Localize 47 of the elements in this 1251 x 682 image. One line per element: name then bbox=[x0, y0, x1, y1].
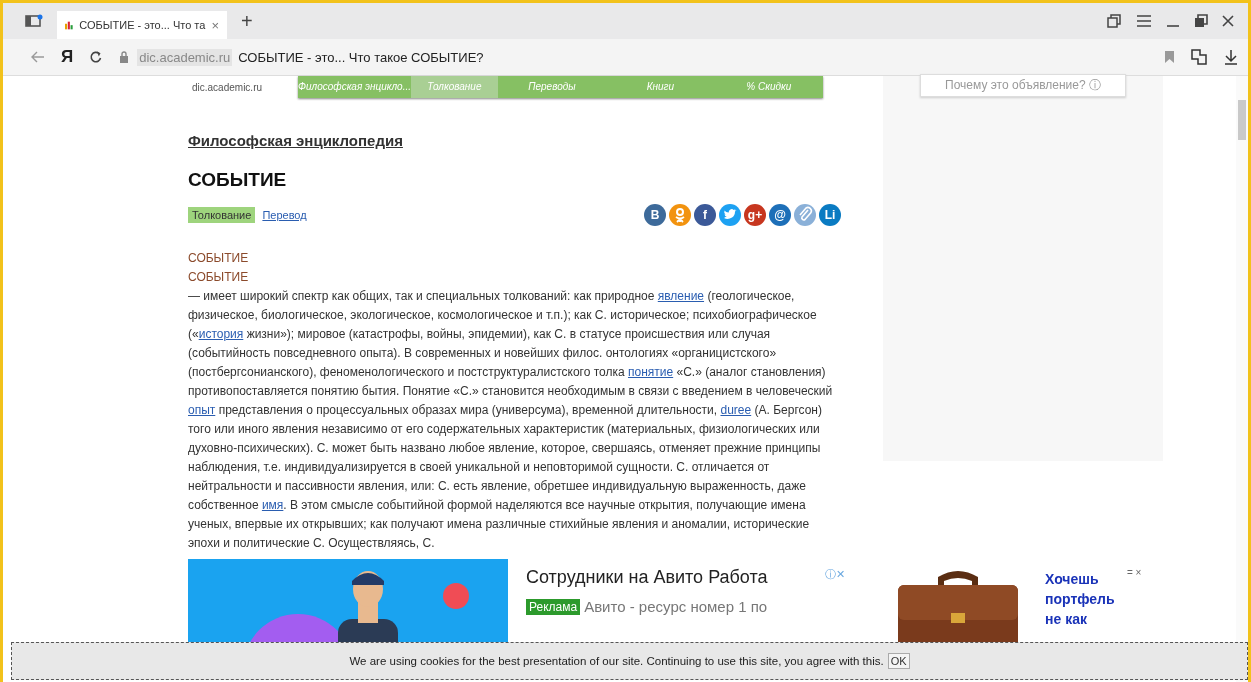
headword: СОБЫТИЕ bbox=[188, 269, 249, 286]
back-arrow-icon[interactable] bbox=[31, 51, 45, 63]
scroll-thumb[interactable] bbox=[1238, 100, 1246, 140]
mode-tab[interactable]: Перевод bbox=[258, 207, 311, 223]
new-tab-button[interactable]: + bbox=[241, 9, 253, 33]
headword: СОБЫТИЕ bbox=[188, 250, 249, 267]
browser-tab[interactable]: СОБЫТИЕ - это... Что та × bbox=[57, 11, 227, 39]
ad-controls[interactable]: = × bbox=[1127, 567, 1142, 578]
article-link[interactable]: duree bbox=[720, 403, 752, 417]
close-icon[interactable] bbox=[1222, 15, 1234, 27]
tab-close[interactable]: × bbox=[211, 17, 219, 33]
restore-icon[interactable] bbox=[1194, 14, 1208, 28]
bar-chart-icon bbox=[65, 19, 74, 31]
download-icon[interactable] bbox=[1224, 49, 1238, 65]
article-text: — имеет широкий спектр как общих, так и специальных толкований: как природное явление (геологическое, физическое, биологическое, экологическое, космологическое и т.п.); как С. историческое; психобиографическое («история жизни»); мировое (катастрофы, войны, эпидемии), как С. в статусе происшествия или случая (событийность повседневного опыта). В современных и новейших филос. онтологиях «органицистского» (постбергсонианского), феноменологического и постструктуралистского толка понятие «С.» (аналог становления) противопоставляется понятию бытия. Понятие «С.» становится необходимым в связи с введением в человеческий опыт представления о процессуальных образах мира (универсума), временной длительности, duree (А. Бергсон) того или иного явления независимо от его содержательных характеристик (материальных, физиологических или духовно-психических). С. может быть названо любое явление, которое, свершаясь, отменяет прежние принципы наблюдения, т.е. индивидуализируется в своей уникальной и неповторимой сущности. С. отличается от нейтральности и пассивности явления, или: С. есть явление, обретшее индивидуальную выраженность, даже собственное имя. В этом смысле событийной формой наделяются все научные открытия, получающие имена ученых, впервые их открывших; как получают имена различные стихийные явления и аномалии, исторические эпохи и политические С. Осуществляясь, С. bbox=[188, 288, 834, 552]
lock-icon bbox=[119, 51, 130, 63]
site-domain[interactable]: dic.academic.ru bbox=[192, 82, 298, 93]
share-button[interactable]: g+ bbox=[744, 204, 766, 226]
dictionary-link[interactable]: Философская энциклопедия bbox=[188, 132, 403, 149]
article-link[interactable]: история bbox=[198, 327, 244, 341]
tabs-icon[interactable] bbox=[25, 14, 43, 28]
bookmark-icon[interactable] bbox=[1165, 51, 1174, 63]
scrollbar[interactable] bbox=[1236, 76, 1248, 682]
protect-icon[interactable] bbox=[1190, 48, 1208, 66]
article-link[interactable]: опыт bbox=[188, 403, 216, 417]
share-button[interactable]: Li bbox=[819, 204, 841, 226]
share-button[interactable]: f bbox=[694, 204, 716, 226]
mode-tab[interactable]: Толкование bbox=[188, 207, 256, 223]
ad-text[interactable]: Авито - ресурс номер 1 по bbox=[584, 598, 768, 615]
cookie-text: We are using cookies for the best presentation of our site. Continuing to use this site, you agree with this. bbox=[349, 655, 884, 667]
browser-logo[interactable]: Я bbox=[61, 47, 74, 67]
ad-text[interactable]: Хочешь портфель не как bbox=[1045, 569, 1115, 629]
article-link[interactable]: понятие bbox=[628, 365, 674, 379]
ok-button[interactable]: OK bbox=[887, 653, 910, 669]
ad-badge: Реклама bbox=[526, 598, 581, 615]
menu-icon[interactable] bbox=[1136, 15, 1152, 27]
article-title: СОБЫТИЕ bbox=[188, 169, 287, 191]
share-button[interactable]: @ bbox=[769, 204, 791, 226]
address-page-title[interactable]: СОБЫТИЕ - это... Что такое СОБЫТИЕ? bbox=[238, 49, 484, 65]
share-button[interactable]: B bbox=[644, 204, 666, 226]
ad-headline[interactable]: Сотрудники на Авито Работа bbox=[526, 567, 768, 588]
reload-icon[interactable] bbox=[89, 50, 104, 64]
share-clip-icon[interactable] bbox=[794, 204, 816, 226]
window-icon[interactable] bbox=[1106, 13, 1122, 29]
share-bird-icon[interactable] bbox=[719, 204, 741, 226]
article-link[interactable]: явление bbox=[657, 289, 705, 303]
tab-title: СОБЫТИЕ - это... Что та bbox=[79, 19, 206, 31]
